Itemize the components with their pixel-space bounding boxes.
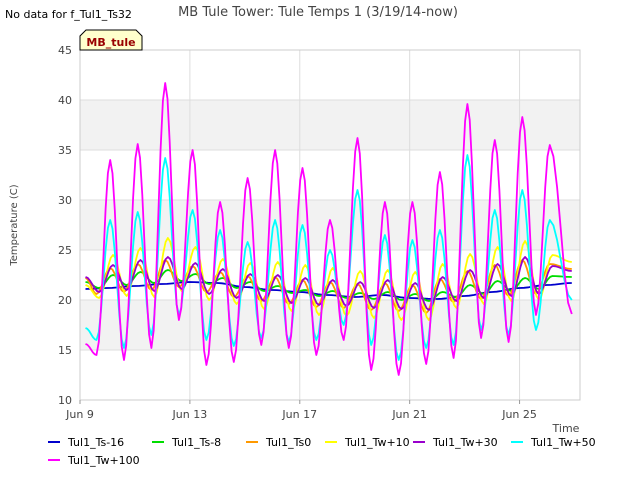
x-tick-label: Jun 21 bbox=[391, 408, 427, 421]
y-tick-label: 20 bbox=[58, 294, 72, 307]
chart-root: 10 15 20 25 30 35 40 45 Jun 9 Jun 13 Jun 17 Jun 21 J… bbox=[0, 0, 640, 480]
legend-label-tul1-tw-10: Tul1_Tw+10 bbox=[344, 436, 410, 449]
no-data-note: No data for f_Tul1_Ts32 bbox=[5, 8, 132, 21]
y-tick-label: 40 bbox=[58, 94, 72, 107]
legend-label-tul1-ts-8: Tul1_Ts-8 bbox=[171, 436, 221, 449]
x-tick-label: Jun 17 bbox=[281, 408, 317, 421]
legend-label-tul1-tw-100: Tul1_Tw+100 bbox=[67, 454, 140, 467]
legend-label-tul1-ts-16: Tul1_Ts-16 bbox=[67, 436, 124, 449]
y-tick-label: 30 bbox=[58, 194, 72, 207]
background-band bbox=[80, 200, 580, 250]
x-tick-label: Jun 13 bbox=[172, 408, 208, 421]
x-tick-label: Jun 9 bbox=[65, 408, 94, 421]
legend-label-tul1-tw-50: Tul1_Tw+50 bbox=[530, 436, 596, 449]
legend: Tul1_Ts-16 Tul1_Ts-8 Tul1_Ts0 Tul1_Tw+10 Tul… bbox=[48, 436, 596, 467]
chart-title: MB Tule Tower: Tule Temps 1 (3/19/14-now… bbox=[178, 5, 458, 20]
legend-label-tul1-tw-30: Tul1_Tw+30 bbox=[432, 436, 498, 449]
chart-svg: 10 15 20 25 30 35 40 45 Jun 9 Jun 13 Jun 17 Jun 21 J… bbox=[5, 5, 596, 467]
x-tick-label: Jun 25 bbox=[501, 408, 537, 421]
y-tick-label: 35 bbox=[58, 144, 72, 157]
y-tick-label: 10 bbox=[58, 394, 72, 407]
y-tick-label: 25 bbox=[58, 244, 72, 257]
y-tick-label: 15 bbox=[58, 344, 72, 357]
legend-label-tul1-ts0: Tul1_Ts0 bbox=[265, 436, 311, 449]
y-axis-label: Temperature (C) bbox=[9, 184, 20, 266]
site-badge: MB_tule bbox=[79, 29, 143, 51]
x-axis-label: Time bbox=[552, 422, 580, 435]
background-band bbox=[80, 100, 580, 150]
site-badge-label: MB_tule bbox=[86, 36, 135, 49]
y-tick-label: 45 bbox=[58, 44, 72, 57]
